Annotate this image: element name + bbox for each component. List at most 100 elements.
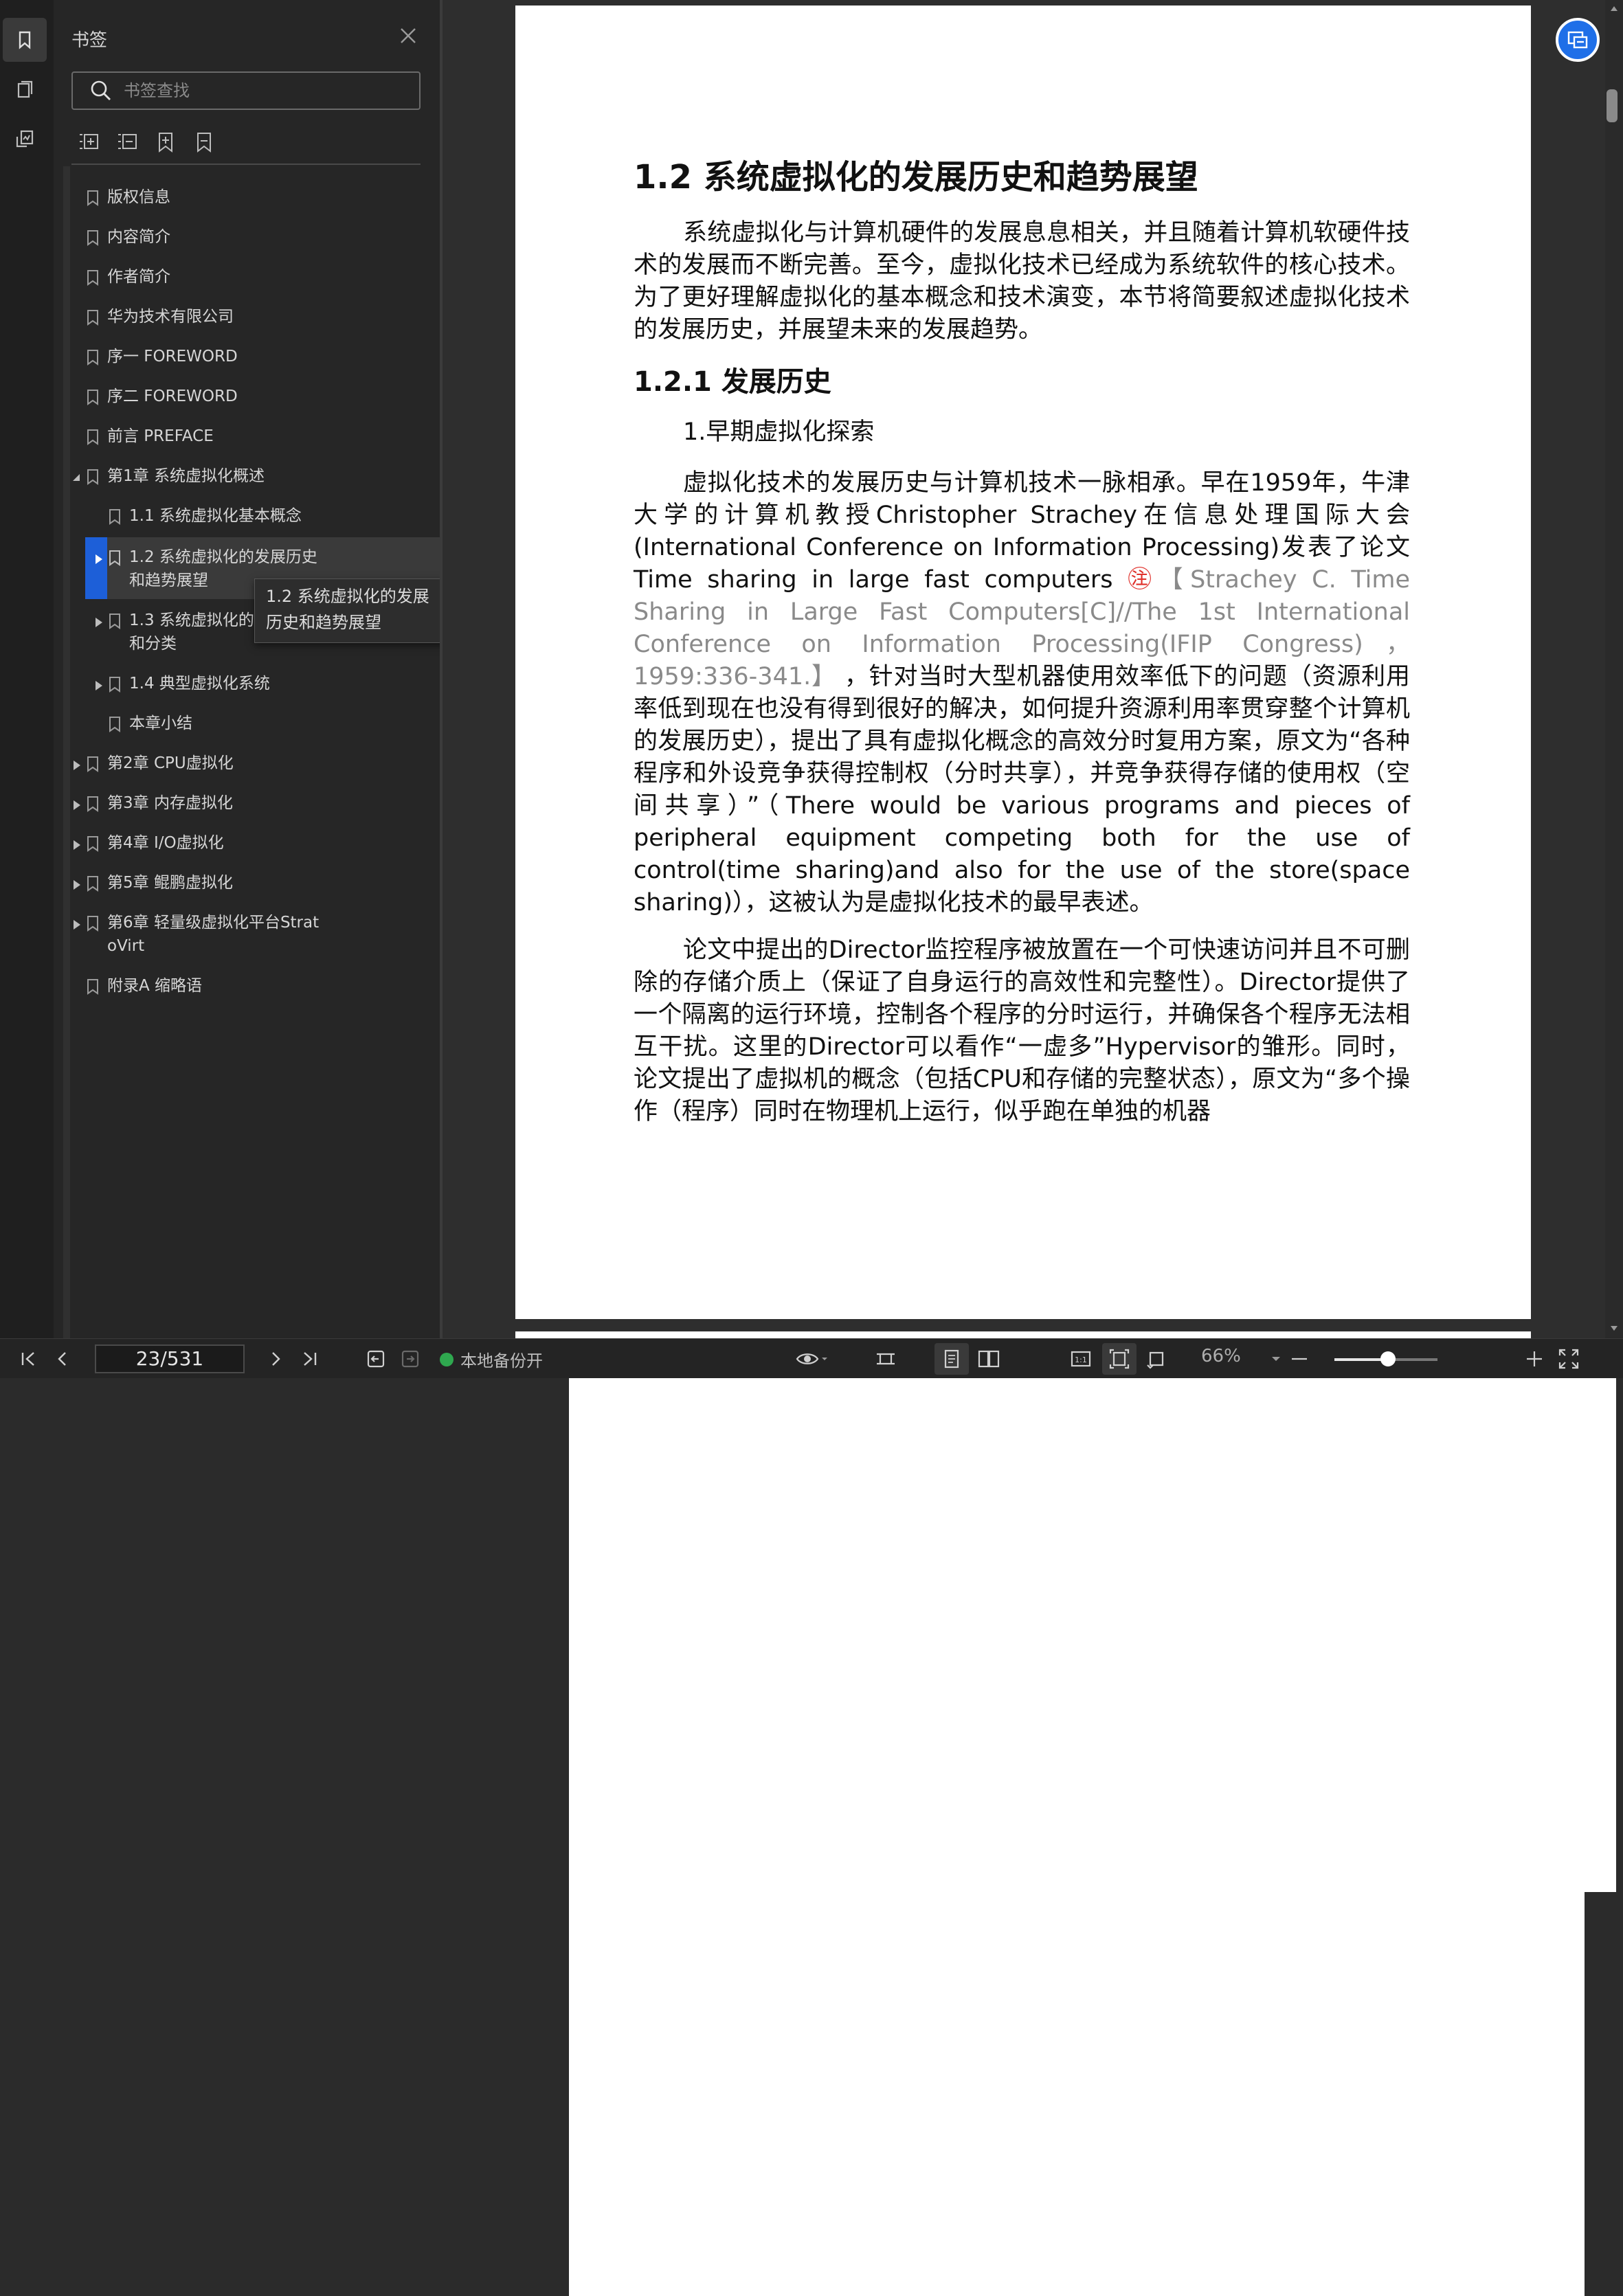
actual-size-icon[interactable]: 1:1 <box>1069 1347 1093 1371</box>
eye-icon[interactable] <box>796 1347 829 1371</box>
document-scrollbar[interactable] <box>1605 0 1623 1338</box>
bookmark-item[interactable]: 序一 FOREWORD 8 <box>54 345 1585 1667</box>
bookmark-icon <box>87 836 98 852</box>
bookmark-label: 第2章 CPU虚拟化 <box>107 754 234 772</box>
fullscreen-icon[interactable] <box>1557 1347 1580 1371</box>
zoom-slider-knob[interactable] <box>1380 1351 1396 1366</box>
bookmark-label: 作者简介 <box>107 268 170 286</box>
zoom-out-icon[interactable] <box>1288 1347 1311 1371</box>
bookmark-item[interactable]: 作者简介 5 <box>54 265 1585 1587</box>
chevron-right-icon[interactable] <box>71 798 82 812</box>
bookmark-label: 第1章 系统虚拟化概述 <box>107 467 265 485</box>
bookmark-item[interactable]: 第6章 轻量级虚拟化平台Strat oVirt 437 <box>54 911 1585 2259</box>
paragraph: 系统虚拟化与计算机硬件的发展息息相关，并且随着计算机软硬件技术的发展而不断完善。… <box>634 219 1410 344</box>
bookmark-label: 第6章 轻量级虚拟化平台Strat <box>107 914 320 932</box>
chevron-right-icon[interactable] <box>93 552 104 566</box>
bookmark-icon <box>87 979 98 995</box>
thumbnail-panel-button[interactable] <box>3 67 47 111</box>
chevron-right-icon[interactable] <box>71 838 82 852</box>
add-bookmark-icon[interactable] <box>154 131 177 154</box>
back-icon[interactable] <box>364 1347 388 1371</box>
footnote-marker[interactable]: ㊟ <box>1128 566 1159 594</box>
section-heading: 1.2 系统虚拟化的发展历史和趋势展望 <box>634 158 1198 196</box>
next-page-icon[interactable] <box>264 1347 287 1371</box>
bookmark-search[interactable] <box>71 71 421 110</box>
chevron-right-icon[interactable] <box>93 616 104 629</box>
bookmark-icon <box>87 876 98 892</box>
bookmark-label: 序二 FOREWORD <box>107 387 238 405</box>
single-page-icon <box>944 1349 959 1369</box>
bookmark-label: 序一 FOREWORD <box>107 348 238 365</box>
annotation-panel-button[interactable] <box>3 117 47 161</box>
bookmark-icon <box>109 614 120 629</box>
bookmark-label: 内容简介 <box>107 228 170 246</box>
bookmark-item[interactable]: 第2章 CPU虚拟化 60 <box>54 752 1585 2073</box>
zoom-level[interactable]: 66% <box>1201 1346 1241 1366</box>
backup-status[interactable]: 本地备份开 <box>440 1347 543 1371</box>
two-page-icon[interactable] <box>977 1347 1000 1371</box>
bookmark-item[interactable]: 序二 FOREWORD 10 <box>54 385 1585 1707</box>
bookmark-search-input[interactable] <box>122 80 400 101</box>
page-width-icon[interactable] <box>874 1347 897 1371</box>
close-icon[interactable] <box>397 25 419 47</box>
first-page-icon[interactable] <box>16 1347 40 1371</box>
bookmark-tooltip: 1.2 系统虚拟化的发展 历史和趋势展望 <box>254 578 451 643</box>
fit-page-icon <box>1109 1349 1130 1369</box>
bookmark-label: 前言 PREFACE <box>107 427 214 445</box>
page-number-input[interactable]: 23/531 <box>95 1344 245 1373</box>
forward-icon[interactable] <box>399 1347 422 1371</box>
chevron-right-icon[interactable] <box>71 878 82 892</box>
bookmark-icon <box>87 230 98 246</box>
bookmark-panel-button[interactable] <box>3 18 47 62</box>
bookmark-item[interactable]: 附录A 缩略语 527 <box>54 974 1585 2296</box>
zoom-in-icon[interactable] <box>1523 1347 1546 1371</box>
bookmark-item[interactable]: 第4章 I/O虚拟化 275 <box>54 831 1585 2153</box>
paragraph: 论文中提出的Director监控程序被放置在一个可快速访问并且不可删除的存储介质… <box>634 936 1410 1125</box>
previous-page-icon[interactable] <box>51 1347 74 1371</box>
collapse-all-icon[interactable] <box>115 131 139 154</box>
bookmark-label: 第5章 鲲鹏虚拟化 <box>107 874 233 892</box>
bookmark-icon <box>87 756 98 772</box>
rotate-icon[interactable] <box>1145 1347 1168 1371</box>
float-action-button[interactable] <box>1556 18 1600 62</box>
pages-icon <box>17 80 33 98</box>
bookmark-label: 华为技术有限公司 <box>107 308 234 326</box>
bookmark-icon <box>87 190 98 206</box>
last-page-icon[interactable] <box>298 1347 322 1371</box>
scroll-down-icon[interactable] <box>1609 1325 1619 1333</box>
bookmark-item[interactable]: 前言 PREFACE 12 <box>54 425 1585 1746</box>
expand-all-icon[interactable] <box>77 131 100 154</box>
bookmark-icon <box>87 390 98 405</box>
bookmark-outline-icon[interactable] <box>192 131 216 154</box>
scroll-up-icon[interactable] <box>1609 4 1619 12</box>
bookmark-label: 本章小结 <box>129 714 192 732</box>
tooltip-line1: 1.2 系统虚拟化的发展 <box>266 587 429 606</box>
scrollbar-thumb[interactable] <box>1607 89 1618 122</box>
chevron-down-icon[interactable] <box>71 471 82 485</box>
bookmark-item[interactable]: 内容简介 4 <box>54 225 1585 1547</box>
chevron-right-icon[interactable] <box>71 918 82 932</box>
search-icon <box>91 80 111 100</box>
bookmark-item[interactable]: 1.4 典型虚拟化系统 49 <box>54 672 1585 1994</box>
bookmark-item[interactable]: 第3章 内存虚拟化 166 <box>54 791 1585 2113</box>
chevron-right-icon[interactable] <box>93 679 104 693</box>
bookmark-item[interactable]: 第1章 系统虚拟化概述 15 <box>54 464 1585 1786</box>
bookmark-toolbar <box>77 131 216 154</box>
chevron-right-icon[interactable] <box>71 758 82 772</box>
left-icon-rail <box>0 0 54 1338</box>
bookmark-icon <box>87 796 98 812</box>
bookmark-label: 第4章 I/O虚拟化 <box>107 834 224 852</box>
selection-indicator <box>85 537 107 599</box>
bookmark-icon <box>87 469 98 485</box>
toolbar-divider <box>71 164 421 165</box>
bookmark-label: 版权信息 <box>107 188 170 206</box>
bookmark-icon <box>87 270 98 286</box>
bookmark-label-line2: 和分类 <box>129 635 177 653</box>
bookmark-icon <box>109 550 120 566</box>
bookmark-item[interactable]: 华为技术有限公司 7 <box>54 305 1585 1627</box>
page-content: 1.2 系统虚拟化的发展历史和趋势展望 系统虚拟化与计算机硬件的发展息息相关，并… <box>634 153 1410 1128</box>
zoom-dropdown-icon[interactable] <box>1264 1347 1288 1371</box>
bookmark-item[interactable]: 第5章 鲲鹏虚拟化 390 <box>54 871 1585 2193</box>
bookmark-item[interactable]: 版权信息 3 <box>54 185 1585 1507</box>
bookmark-item[interactable]: 本章小结 59 <box>54 712 1585 2034</box>
